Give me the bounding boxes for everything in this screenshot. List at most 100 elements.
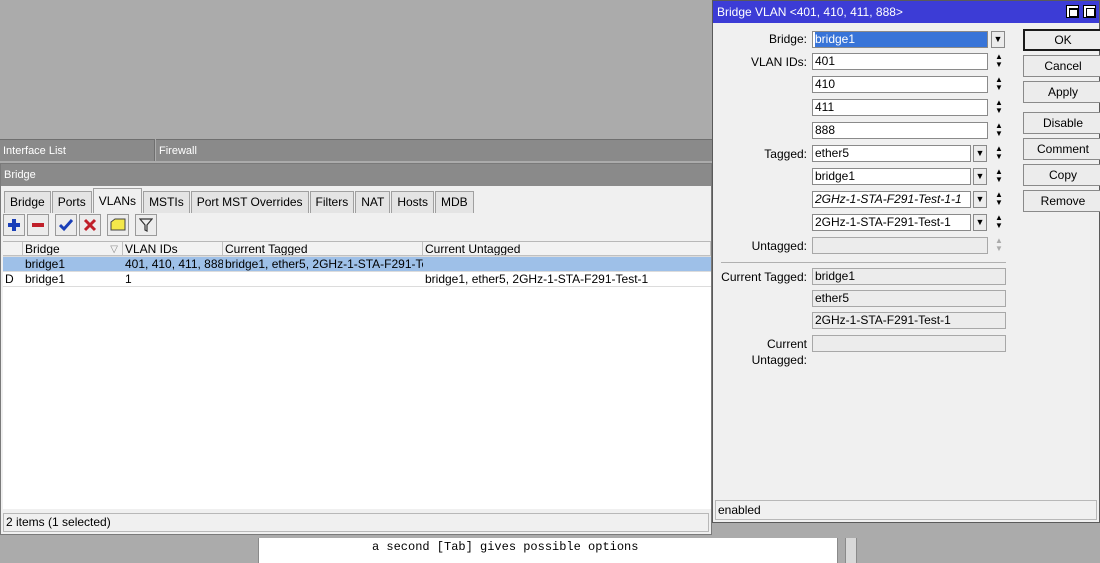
- vlan-id-updown-icon[interactable]: ▲ ▼: [992, 122, 1006, 139]
- terminal-scrollbar[interactable]: [845, 538, 857, 563]
- column-header-bridge[interactable]: Bridge ▽: [23, 242, 123, 256]
- vlan-ids-label: VLAN IDs:: [750, 55, 807, 69]
- vlan-id-updown-icon[interactable]: ▲ ▼: [992, 76, 1006, 93]
- tab-bridge[interactable]: Bridge: [4, 191, 51, 213]
- dialog-status-bar: enabled: [715, 500, 1097, 520]
- interface-list-titlebar[interactable]: Interface List: [0, 139, 155, 161]
- disable-x-icon: [83, 218, 97, 232]
- tab-nat[interactable]: NAT: [355, 191, 391, 213]
- tagged-updown-icon[interactable]: ▲ ▼: [992, 191, 1006, 208]
- tab-hosts[interactable]: Hosts: [391, 191, 435, 213]
- column-header-flag[interactable]: [3, 242, 23, 256]
- tagged-label: Tagged:: [764, 147, 807, 161]
- row-flag: D: [5, 272, 14, 286]
- dialog-title-text: Bridge VLAN <401, 410, 411, 888>: [717, 5, 903, 19]
- chevron-down-icon: ▼: [975, 217, 985, 227]
- tab-filters[interactable]: Filters: [309, 191, 355, 213]
- chevron-down-icon: ▼: [975, 194, 985, 204]
- chevron-down-icon: ▼: [975, 148, 985, 158]
- bridge-window-title[interactable]: Bridge: [1, 164, 711, 186]
- bridge-window: Bridge Bridge Ports VLANs MSTIs Port MST…: [0, 163, 712, 535]
- row-current-untagged: bridge1, ether5, 2GHz-1-STA-F291-Test-1: [425, 272, 649, 286]
- bridge-label: Bridge:: [768, 32, 807, 46]
- row-vlan-ids: 401, 410, 411, 888: [125, 257, 223, 271]
- tagged-updown-icon[interactable]: ▲ ▼: [992, 214, 1006, 231]
- column-header-vlan-ids[interactable]: VLAN IDs: [123, 242, 223, 256]
- vlan-id-field-1[interactable]: 401: [812, 53, 988, 70]
- current-tagged-value-3: 2GHz-1-STA-F291-Test-1: [812, 312, 1006, 329]
- current-untagged-value: [812, 335, 1006, 352]
- tagged-select-3[interactable]: 2GHz-1-STA-F291-Test-1-1: [812, 191, 971, 208]
- remove-icon: [32, 223, 44, 227]
- enable-check-icon: [59, 219, 73, 232]
- enable-button[interactable]: [55, 214, 77, 236]
- bridge-dropdown-button[interactable]: ▼: [991, 31, 1005, 48]
- row-vlan-ids: 1: [125, 272, 132, 286]
- vlan-id-field-2[interactable]: 410: [812, 76, 988, 93]
- row-flag: [3, 257, 23, 271]
- maximize-icon[interactable]: [1066, 5, 1079, 18]
- remove-button[interactable]: [27, 214, 49, 236]
- comment-button[interactable]: [107, 214, 129, 236]
- bridge-tabs: Bridge Ports VLANs MSTIs Port MST Overri…: [4, 187, 475, 213]
- current-untagged-label: Current Untagged:: [751, 337, 807, 367]
- tagged-select-4[interactable]: 2GHz-1-STA-F291-Test-1: [812, 214, 971, 231]
- tab-mstis[interactable]: MSTIs: [143, 191, 190, 213]
- bridge-select-value: bridge1: [815, 32, 987, 47]
- chevron-down-icon: ▼: [993, 34, 1003, 44]
- close-icon[interactable]: [1083, 5, 1096, 18]
- tagged-select-2[interactable]: bridge1: [812, 168, 971, 185]
- vlan-id-updown-icon[interactable]: ▲ ▼: [992, 53, 1006, 70]
- tagged-dropdown-button[interactable]: ▼: [973, 214, 987, 231]
- tab-port-mst-overrides[interactable]: Port MST Overrides: [190, 191, 309, 213]
- tagged-select-1[interactable]: ether5: [812, 145, 971, 162]
- current-tagged-value-2: ether5: [812, 290, 1006, 307]
- tagged-dropdown-button[interactable]: ▼: [973, 191, 987, 208]
- firewall-titlebar[interactable]: Firewall: [156, 139, 712, 161]
- disable-button[interactable]: Disable: [1023, 112, 1100, 134]
- remove-button[interactable]: Remove: [1023, 190, 1100, 212]
- filter-button[interactable]: [135, 214, 157, 236]
- tagged-updown-icon[interactable]: ▲ ▼: [992, 145, 1006, 162]
- row-bridge: bridge1: [25, 257, 66, 271]
- table-row[interactable]: D bridge1 1 bridge1, ether5, 2GHz-1-STA-…: [3, 272, 711, 287]
- untagged-field[interactable]: [812, 237, 988, 254]
- tagged-dropdown-button[interactable]: ▼: [973, 168, 987, 185]
- bridge-status-bar: 2 items (1 selected): [3, 513, 709, 532]
- apply-button[interactable]: Apply: [1023, 81, 1100, 103]
- vlan-id-updown-icon[interactable]: ▲ ▼: [992, 99, 1006, 116]
- tab-ports[interactable]: Ports: [51, 191, 92, 213]
- column-header-current-untagged[interactable]: Current Untagged: [423, 242, 711, 256]
- disable-button[interactable]: [79, 214, 101, 236]
- bridge-select[interactable]: bridge1: [812, 31, 988, 48]
- dialog-title[interactable]: Bridge VLAN <401, 410, 411, 888>: [713, 1, 1099, 23]
- terminal-output[interactable]: a second [Tab] gives possible options: [258, 538, 838, 563]
- terminal-hint-text: a second [Tab] gives possible options: [372, 540, 639, 554]
- filter-icon: [139, 218, 153, 232]
- add-button[interactable]: [3, 214, 25, 236]
- vlan-toolbar: [3, 214, 157, 238]
- tab-mdb[interactable]: MDB: [435, 191, 474, 213]
- add-icon: [8, 219, 20, 231]
- vlan-id-field-3[interactable]: 411: [812, 99, 988, 116]
- section-divider: [721, 262, 1006, 263]
- tab-vlans[interactable]: VLANs: [92, 188, 143, 213]
- row-current-untagged: [423, 257, 711, 271]
- row-current-tagged: bridge1, ether5, 2GHz-1-STA-F291-Tes...: [225, 257, 423, 271]
- untagged-updown-icon: ▲ ▼: [995, 236, 1003, 253]
- comment-button[interactable]: Comment: [1023, 138, 1100, 160]
- cancel-button[interactable]: Cancel: [1023, 55, 1100, 77]
- column-header-current-tagged[interactable]: Current Tagged: [223, 242, 423, 256]
- table-row[interactable]: bridge1 401, 410, 411, 888 bridge1, ethe…: [3, 257, 711, 272]
- current-tagged-label: Current Tagged:: [721, 270, 807, 284]
- vlan-id-field-4[interactable]: 888: [812, 122, 988, 139]
- sort-indicator-icon: ▽: [110, 244, 118, 255]
- tagged-dropdown-button[interactable]: ▼: [973, 145, 987, 162]
- copy-button[interactable]: Copy: [1023, 164, 1100, 186]
- table-header: Bridge ▽ VLAN IDs Current Tagged Current …: [3, 242, 711, 257]
- untagged-label: Untagged:: [751, 239, 807, 253]
- ok-button[interactable]: OK: [1023, 29, 1100, 51]
- tagged-updown-icon[interactable]: ▲ ▼: [992, 168, 1006, 185]
- comment-icon: [110, 218, 126, 231]
- row-bridge: bridge1: [25, 272, 66, 286]
